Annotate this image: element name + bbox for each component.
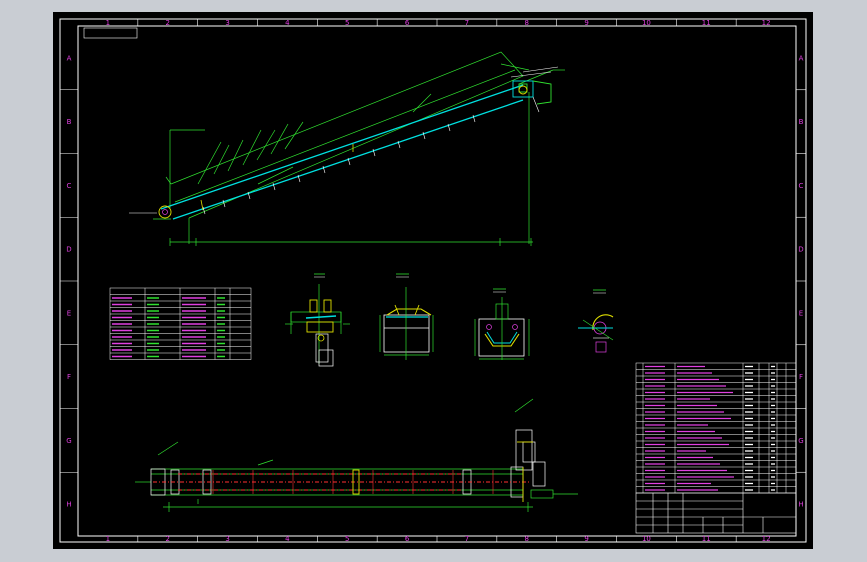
zone-label: B xyxy=(799,118,804,126)
zone-label: E xyxy=(799,309,803,317)
zone-label: D xyxy=(66,246,71,254)
zone-label: C xyxy=(799,182,804,190)
corner-label-box xyxy=(83,27,138,39)
zone-label: B xyxy=(67,118,72,126)
inner-border xyxy=(77,25,797,537)
zone-label: 5 xyxy=(345,535,349,543)
cad-drawing: 112233445566778899101011111212A AB BC CD DE E… xyxy=(59,18,807,543)
return-idler-section xyxy=(474,288,530,360)
zone-label: 12 xyxy=(762,535,771,543)
zone-label: 3 xyxy=(225,535,229,543)
inclined-conveyor-side-elevation xyxy=(129,51,565,246)
zone-label: C xyxy=(67,182,72,190)
carrying-idler-section xyxy=(379,273,434,360)
tail-detail xyxy=(578,289,614,353)
zone-label: 2 xyxy=(166,535,170,543)
zone-label: 6 xyxy=(405,535,410,543)
zone-label: 4 xyxy=(285,535,290,543)
zone-label: E xyxy=(67,309,71,317)
zone-label: 5 xyxy=(345,19,349,27)
zone-label: 2 xyxy=(166,19,170,27)
zone-label: 1 xyxy=(106,535,110,543)
zone-label: G xyxy=(798,437,803,445)
zone-label: 9 xyxy=(584,19,588,27)
zone-label: 7 xyxy=(465,535,469,543)
zone-label: G xyxy=(66,437,71,445)
zone-label: 6 xyxy=(405,19,410,27)
drive-pulley-section xyxy=(285,273,350,367)
zone-label: H xyxy=(798,501,803,509)
zone-label: D xyxy=(798,246,803,254)
zone-label: 10 xyxy=(642,535,651,543)
zone-label: 9 xyxy=(584,535,588,543)
zone-label: 4 xyxy=(285,19,290,27)
title-block xyxy=(635,492,797,534)
zone-label: 7 xyxy=(465,19,469,27)
zone-label: A xyxy=(67,54,72,62)
zone-label: 8 xyxy=(525,535,529,543)
parts-list xyxy=(635,362,797,494)
zone-label: A xyxy=(799,54,804,62)
conveyor-plan-view xyxy=(135,398,578,512)
zone-label: 11 xyxy=(702,19,711,27)
parameter-table xyxy=(109,287,252,360)
zone-label: 10 xyxy=(642,19,651,27)
zone-label: F xyxy=(799,373,803,381)
zone-label: 3 xyxy=(225,19,229,27)
zone-label: 1 xyxy=(106,19,110,27)
zone-label: H xyxy=(66,501,71,509)
drawing-sheet: 1 1 2 2 3 3 4 4 5 5 6 6 7 7 8 8 9 9 10 10 11 11 12 12 A A B B C C D D E E… xyxy=(53,12,813,549)
zone-label: 12 xyxy=(762,19,771,27)
zone-label: 11 xyxy=(702,535,711,543)
zone-label: F xyxy=(67,373,71,381)
zone-label: 8 xyxy=(525,19,529,27)
